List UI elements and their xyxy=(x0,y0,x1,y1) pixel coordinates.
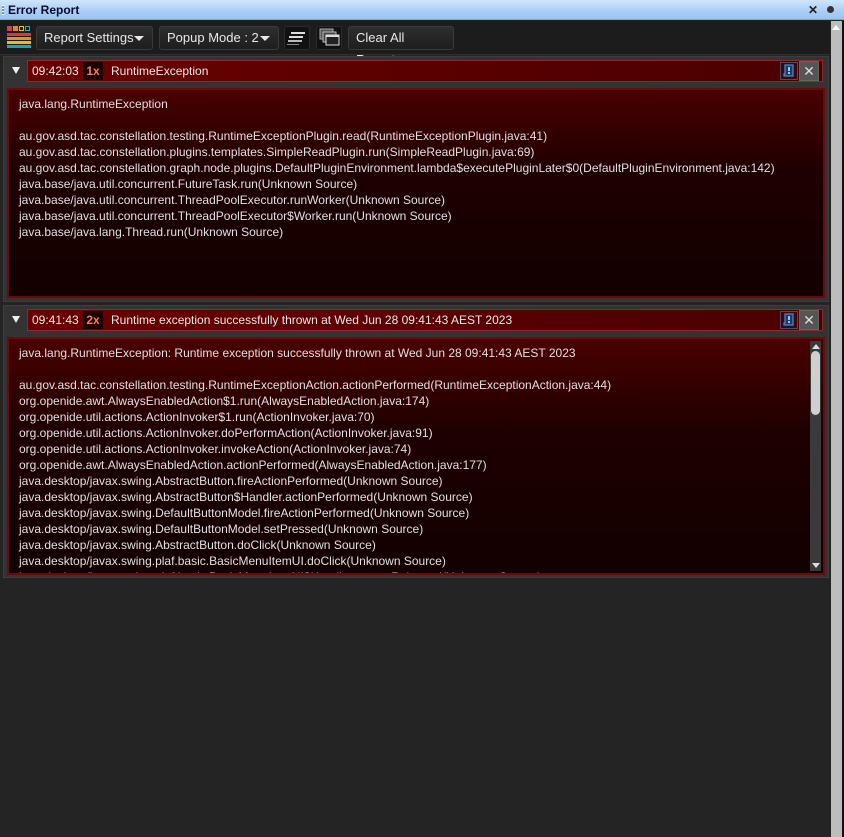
scroll-thumb[interactable] xyxy=(811,351,820,415)
scroll-down-icon[interactable] xyxy=(812,563,820,568)
toolbar: Report Settings Popup Mode : 2 Clear All… xyxy=(0,21,830,67)
report-header: 09:42:03 1x RuntimeException ✕ xyxy=(4,57,828,85)
scroll-up-icon[interactable] xyxy=(812,344,820,349)
scroll-up-icon[interactable] xyxy=(832,25,840,30)
report-item: 09:41:43 2x Runtime exception successful… xyxy=(3,305,829,578)
chevron-down-icon xyxy=(260,36,270,41)
dismiss-report-button[interactable]: ✕ xyxy=(799,61,819,81)
drag-grip-icon[interactable] xyxy=(2,5,4,15)
reports-panel: 09:42:03 1x RuntimeException ✕ java.lang… xyxy=(0,56,830,837)
expand-toggle-icon[interactable] xyxy=(12,316,20,323)
stack-trace-text: java.lang.RuntimeException au.gov.asd.ta… xyxy=(19,97,775,239)
report-count-badge: 2x xyxy=(83,311,103,329)
stacked-windows-icon xyxy=(319,28,340,46)
stack-trace-area[interactable]: java.lang.RuntimeException: Runtime exce… xyxy=(7,337,825,575)
chevron-down-icon xyxy=(134,36,144,41)
panel-scroll-thumb[interactable] xyxy=(831,31,842,831)
stack-trace-scrollbar[interactable] xyxy=(810,341,821,571)
report-summary: Runtime exception successfully thrown at… xyxy=(111,313,513,327)
panel-scrollbar[interactable] xyxy=(831,21,842,837)
window-titlebar: Error Report ✕ xyxy=(0,0,844,20)
close-icon[interactable]: ✕ xyxy=(808,3,818,17)
report-bug-button[interactable] xyxy=(780,62,798,80)
clear-all-reports-button[interactable]: Clear All Reports xyxy=(348,26,454,67)
constellation-logo-icon xyxy=(7,26,31,48)
show-popups-button[interactable] xyxy=(316,26,342,50)
report-settings-label: Report Settings xyxy=(44,30,134,45)
stack-trace-area[interactable]: java.lang.RuntimeException au.gov.asd.ta… xyxy=(7,88,825,298)
popup-mode-label: Popup Mode : 2 xyxy=(167,30,259,45)
report-item: 09:42:03 1x RuntimeException ✕ java.lang… xyxy=(3,56,829,302)
stack-trace-text: java.lang.RuntimeException: Runtime exce… xyxy=(19,346,612,573)
bug-report-icon xyxy=(783,313,794,326)
popup-mode-dropdown[interactable]: Popup Mode : 2 xyxy=(159,26,279,50)
bug-report-icon xyxy=(783,64,794,77)
window-title: Error Report xyxy=(8,3,80,17)
report-header: 09:41:43 2x Runtime exception successful… xyxy=(4,306,828,334)
expand-toggle-icon[interactable] xyxy=(12,67,20,74)
report-time: 09:42:03 xyxy=(32,64,79,78)
report-time: 09:41:43 xyxy=(32,313,79,327)
dismiss-report-button[interactable]: ✕ xyxy=(799,310,819,330)
report-bug-button[interactable] xyxy=(780,311,798,329)
collapse-all-button[interactable] xyxy=(284,26,310,50)
report-settings-dropdown[interactable]: Report Settings xyxy=(36,26,153,50)
report-summary-bar[interactable]: 09:42:03 1x RuntimeException ✕ xyxy=(27,60,823,82)
report-summary-bar[interactable]: 09:41:43 2x Runtime exception successful… xyxy=(27,309,823,331)
report-count-badge: 1x xyxy=(83,62,103,80)
pin-icon[interactable] xyxy=(827,6,834,13)
collapse-all-icon xyxy=(287,32,305,45)
report-summary: RuntimeException xyxy=(111,64,209,78)
